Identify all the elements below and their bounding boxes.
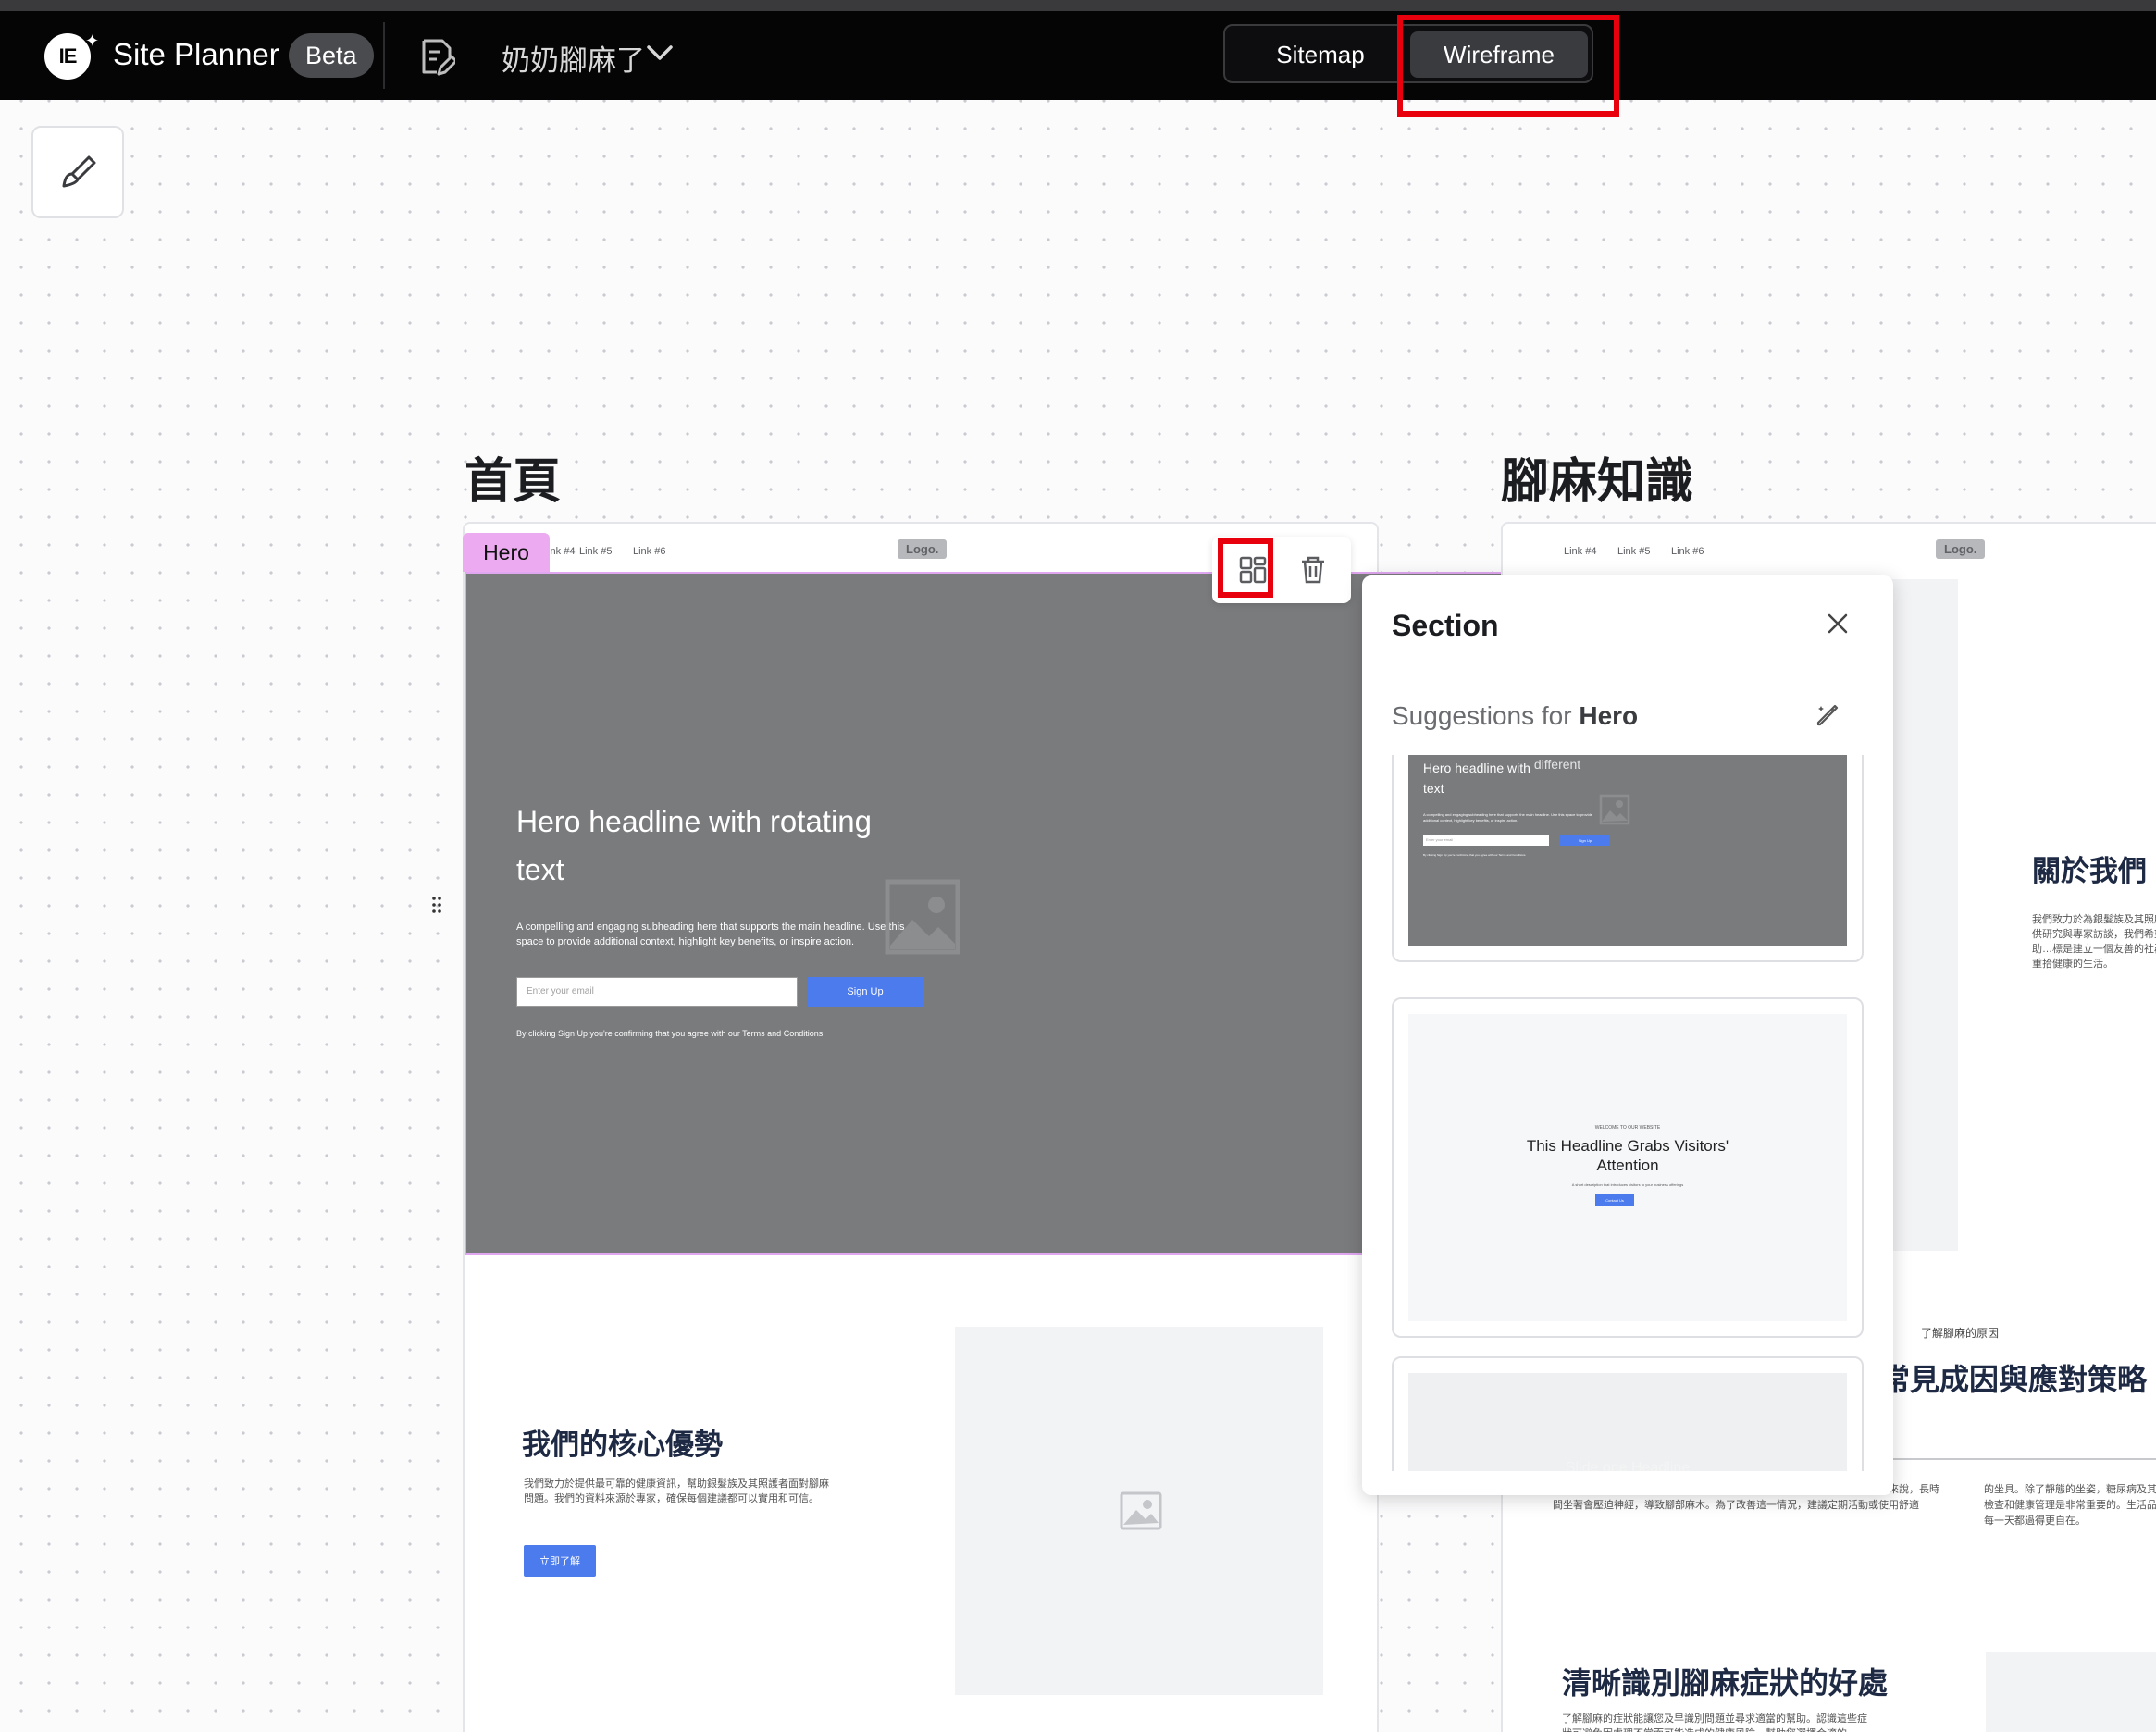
chevron-down-icon[interactable] bbox=[646, 43, 674, 63]
tab-sitemap[interactable]: Sitemap bbox=[1233, 31, 1408, 78]
brush-icon bbox=[62, 155, 96, 188]
app-logo[interactable]: IE bbox=[44, 33, 91, 80]
feature-title: 我們的核心優勢 bbox=[522, 1429, 723, 1462]
nav-link-5[interactable]: Link #5 bbox=[1617, 546, 1650, 557]
section-panel: Section Suggestions for Hero Hero headli… bbox=[1362, 575, 1893, 1495]
page-heading-knowledge: 腳麻知識 bbox=[1501, 454, 1694, 510]
nav-link-5[interactable]: Link #5 bbox=[579, 546, 612, 557]
card-button: Contact Us bbox=[1595, 1194, 1634, 1206]
hero-terms: By clicking Sign Up you're confirming th… bbox=[516, 1029, 825, 1038]
top-bar: IE ✦ Site Planner Beta 奶奶腳麻了 Sitemap Wir… bbox=[0, 11, 2156, 100]
hero-signup-button[interactable]: Sign Up bbox=[807, 977, 923, 1007]
benefit-image-placeholder bbox=[1986, 1652, 2156, 1732]
hero-headline-part1: Hero headline with bbox=[516, 805, 762, 838]
card-sub: A compelling and engaging subheading her… bbox=[1423, 812, 1593, 823]
feature-section: 我們的核心優勢 我們致力於提供最可靠的健康資訊，幫助銀髮族及其照護者面對腳麻問題… bbox=[465, 1258, 1377, 1732]
nav-link-6[interactable]: Link #6 bbox=[633, 546, 665, 557]
layout-icon-highlight-box bbox=[1218, 538, 1273, 598]
about-body: 我們致力於為銀髮族及其照顧者提供研究與專家訪談，我們希望幫助…標是建立一個友善的… bbox=[2032, 914, 2156, 970]
card-headline: This Headline Grabs Visitors' Attention bbox=[1526, 1137, 1729, 1174]
drag-handle-icon[interactable] bbox=[431, 896, 442, 914]
brush-tool-button[interactable] bbox=[31, 126, 124, 218]
card-headline-rotating: different bbox=[1533, 757, 1581, 772]
site-logo: Logo. bbox=[1936, 539, 1986, 559]
project-name[interactable]: 奶奶腳麻了 bbox=[502, 37, 645, 79]
nav-link-4[interactable]: Link #4 bbox=[1564, 546, 1596, 557]
magic-edit-icon[interactable] bbox=[1814, 701, 1841, 729]
image-placeholder-icon bbox=[885, 879, 960, 955]
hero-email-input[interactable]: Enter your email bbox=[516, 977, 798, 1007]
card-headline-a: Hero headline with different bbox=[1423, 757, 1580, 775]
hero-section-tag[interactable]: Hero bbox=[463, 533, 550, 572]
hero-headline-part3: text bbox=[516, 853, 564, 886]
causes-col2: 的坐具。除了靜態的坐姿，糖尿病及其的醫療檢查和健康管理是非常重要的。生活品質，讓… bbox=[1984, 1484, 2156, 1527]
hero-headline: Hero headline with rotating text bbox=[516, 798, 933, 894]
benefit-title: 清晰識別腳麻症狀的好處 bbox=[1562, 1665, 1889, 1701]
card-headline: Slide one Headline bbox=[1565, 1460, 1691, 1471]
wireframe-highlight-box bbox=[1397, 15, 1619, 117]
site-logo: Logo. bbox=[898, 539, 948, 559]
sparkle-icon: ✦ bbox=[85, 31, 100, 50]
card-terms: By clicking Sign Up you're confirming th… bbox=[1423, 853, 1527, 857]
card-preview: WELCOME TO OUR WEBSITE This Headline Gra… bbox=[1408, 1014, 1847, 1321]
card-preview: Hero headline with different text A comp… bbox=[1408, 755, 1847, 946]
card-signup: Sign Up bbox=[1560, 835, 1610, 846]
close-icon[interactable] bbox=[1827, 612, 1849, 635]
causes-kicker: 了解腳麻的原因 bbox=[1921, 1327, 2000, 1340]
image-placeholder-icon bbox=[1599, 794, 1630, 825]
document-edit-icon[interactable] bbox=[418, 37, 455, 78]
card-preview: Slide one Headline bbox=[1408, 1373, 1847, 1471]
suggestion-card-hero-2[interactable]: WELCOME TO OUR WEBSITE This Headline Gra… bbox=[1392, 997, 1864, 1338]
suggestions-heading: Suggestions for Hero bbox=[1392, 701, 1638, 731]
feature-image-placeholder bbox=[955, 1327, 1323, 1695]
app-title: Site Planner bbox=[113, 37, 279, 71]
toolbar-divider bbox=[383, 22, 385, 89]
page-heading-home: 首頁 bbox=[465, 454, 562, 510]
suggestion-card-hero-3[interactable]: Slide one Headline bbox=[1392, 1356, 1864, 1471]
suggestions-prefix: Suggestions for bbox=[1392, 701, 1572, 730]
causes-title: 常見成因與應對策略 bbox=[1880, 1362, 2148, 1397]
beta-badge: Beta bbox=[289, 33, 374, 78]
suggestions-target: Hero bbox=[1579, 701, 1639, 730]
trash-icon[interactable] bbox=[1299, 555, 1327, 585]
feature-body: 我們致力於提供最可靠的健康資訊，幫助銀髮族及其照護者面對腳麻問題。我們的資料來源… bbox=[524, 1478, 829, 1504]
window-top-strip bbox=[0, 0, 2156, 11]
benefit-body: 了解腳麻的症狀能讓您及早識別問題並尋求適當的幫助。認識這些症狀可避免因處理不當而… bbox=[1562, 1713, 1867, 1732]
suggestion-card-hero-1[interactable]: Hero headline with different text A comp… bbox=[1392, 755, 1864, 962]
hero-subheading: A compelling and engaging subheading her… bbox=[516, 922, 905, 947]
nav-link-6[interactable]: Link #6 bbox=[1671, 546, 1704, 557]
card-kicker: WELCOME TO OUR WEBSITE bbox=[1594, 1125, 1661, 1131]
app-logo-letter: IE bbox=[58, 44, 78, 68]
card-email: Enter your email bbox=[1423, 835, 1549, 846]
card-headline-c: text bbox=[1423, 781, 1444, 796]
panel-title: Section bbox=[1392, 609, 1499, 642]
image-placeholder-icon bbox=[1120, 1491, 1162, 1530]
suggestions-list[interactable]: Hero headline with different text A comp… bbox=[1362, 755, 1893, 1471]
feature-button[interactable]: 立即了解 bbox=[524, 1545, 596, 1577]
card-sub: A short description that introduces visi… bbox=[1571, 1182, 1684, 1187]
card-headline-text: Hero headline with bbox=[1423, 761, 1530, 775]
hero-headline-rotating: rotating bbox=[769, 804, 873, 838]
about-title: 關於我們 bbox=[2032, 855, 2147, 888]
